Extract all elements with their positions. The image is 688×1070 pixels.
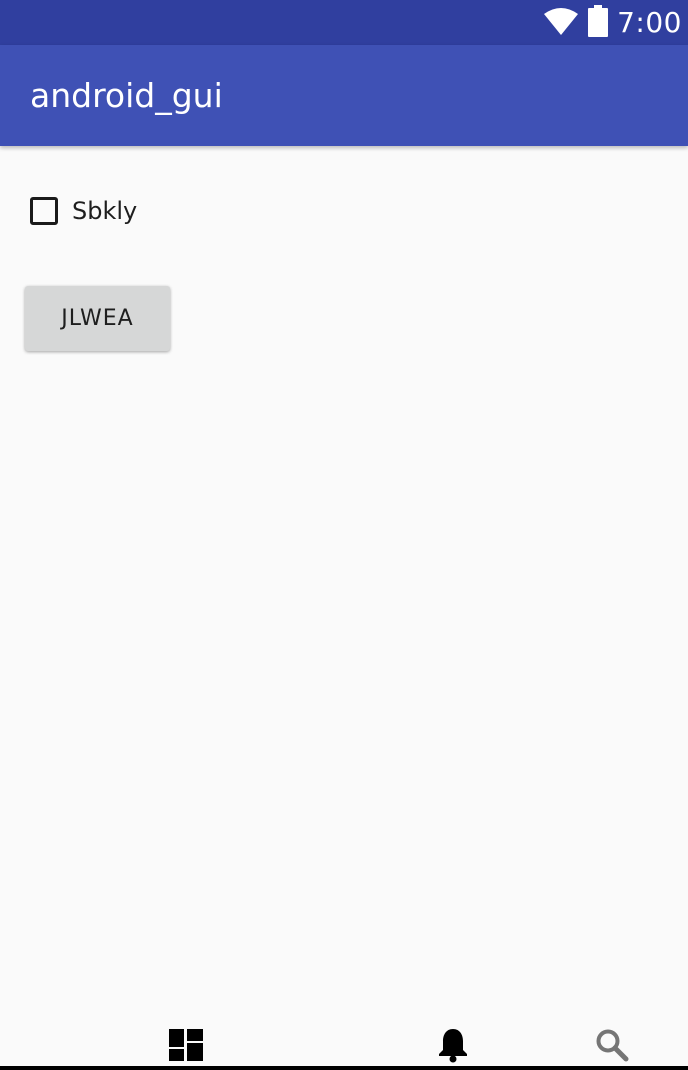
battery-icon — [587, 4, 609, 41]
checkbox-label: Sbkly — [72, 197, 138, 225]
wifi-icon — [543, 6, 579, 40]
bottom-navigation — [0, 1015, 688, 1070]
status-icons: 7:00 — [543, 0, 682, 45]
screen: 7:00 android_gui Sbkly JLWEA — [0, 0, 688, 1070]
status-bar: 7:00 — [0, 0, 688, 45]
app-title: android_gui — [30, 76, 223, 115]
dashboard-icon — [169, 1029, 203, 1065]
app-bar: android_gui — [0, 45, 688, 146]
sbkly-checkbox[interactable]: Sbkly — [30, 192, 137, 230]
status-time: 7:00 — [617, 6, 682, 39]
nav-dashboard[interactable] — [166, 1027, 206, 1067]
bell-icon — [437, 1027, 469, 1067]
search-icon — [595, 1028, 629, 1066]
checkbox-box[interactable] — [30, 197, 58, 225]
nav-notifications[interactable] — [433, 1027, 473, 1067]
jlwea-button[interactable]: JLWEA — [25, 286, 170, 351]
bottom-edge — [0, 1066, 688, 1070]
nav-search[interactable] — [592, 1027, 632, 1067]
